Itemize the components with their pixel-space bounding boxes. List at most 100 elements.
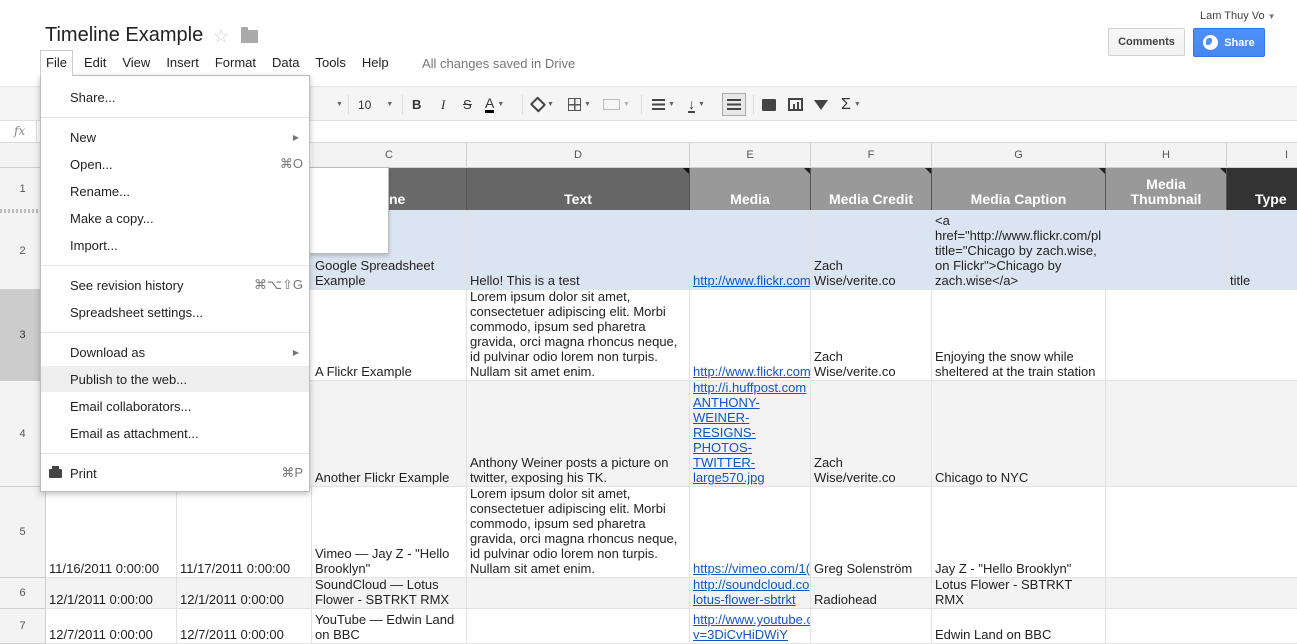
menu-data[interactable]: Data	[264, 51, 307, 75]
cell-e3[interactable]: http://www.flickr.com	[690, 290, 811, 380]
file-menu-download-as[interactable]: Download as ▶	[41, 339, 309, 365]
cell-e7[interactable]: http://www.youtube.c v=3DiCvHiDWiY	[690, 609, 811, 643]
folder-icon[interactable]	[241, 27, 258, 43]
file-menu-email-attachment[interactable]: Email as attachment...	[41, 420, 309, 446]
cell-e4[interactable]: http://i.huffpost.com ANTHONY- WEINER- R…	[690, 381, 811, 486]
wrap-text-button[interactable]	[722, 93, 746, 116]
cell-g4[interactable]: Chicago to NYC	[932, 381, 1106, 486]
functions-button[interactable]: Σ ▼	[841, 87, 861, 122]
column-header-f[interactable]: F	[811, 143, 932, 168]
header-cell-media-credit[interactable]: Media Credit	[811, 168, 932, 210]
cell-a6[interactable]: 12/1/2011 0:00:00	[46, 578, 177, 608]
cell-b6[interactable]: 12/1/2011 0:00:00	[177, 578, 312, 608]
cell-d4[interactable]: Anthony Weiner posts a picture on twitte…	[467, 381, 690, 486]
row-header-5[interactable]: 5	[0, 487, 46, 578]
header-cell-media[interactable]: Media	[690, 168, 811, 210]
document-title[interactable]: Timeline Example	[45, 24, 203, 47]
file-menu-revision-history[interactable]: See revision history ⌘⌥⇧G	[41, 272, 309, 298]
file-menu-spreadsheet-settings[interactable]: Spreadsheet settings...	[41, 299, 309, 325]
filter-button[interactable]	[814, 87, 828, 122]
cell-f3[interactable]: Zach Wise/verite.co	[811, 290, 932, 380]
menu-format[interactable]: Format	[207, 51, 264, 75]
file-menu-make-copy[interactable]: Make a copy...	[41, 205, 309, 231]
cell-f5[interactable]: Greg Solenström	[811, 487, 932, 577]
cell-d2[interactable]: Hello! This is a test	[467, 210, 690, 289]
font-dropdown-arrow[interactable]: ▼	[333, 87, 343, 122]
share-button[interactable]: Share	[1193, 28, 1265, 57]
row-header-6[interactable]: 6	[0, 578, 46, 609]
cell-f2[interactable]: Zach Wise/verite.co	[811, 210, 932, 289]
cell-e5[interactable]: https://vimeo.com/1(	[690, 487, 811, 577]
cell-f7[interactable]	[811, 609, 932, 643]
row-header-7[interactable]: 7	[0, 609, 46, 644]
file-menu-publish-to-web[interactable]: Publish to the web...	[41, 366, 309, 392]
cell-b5[interactable]: 11/17/2011 0:00:00	[177, 487, 312, 577]
menu-insert[interactable]: Insert	[158, 51, 207, 75]
menu-item-label: Spreadsheet settings...	[70, 304, 203, 320]
cell-i2[interactable]: title	[1227, 210, 1297, 289]
bold-button[interactable]: B	[412, 87, 421, 122]
cell-c3[interactable]: A Flickr Example	[312, 290, 467, 380]
italic-button[interactable]: I	[441, 87, 445, 122]
cell-d7[interactable]	[467, 609, 690, 643]
file-menu-share[interactable]: Share...	[41, 84, 309, 110]
insert-chart-button[interactable]	[788, 87, 803, 122]
cell-g3[interactable]: Enjoying the snow while sheltered at the…	[932, 290, 1106, 380]
cell-e2[interactable]: http://www.flickr.com	[690, 210, 811, 289]
star-icon[interactable]: ☆	[213, 26, 229, 47]
cell-g5[interactable]: Jay Z - "Hello Brooklyn"	[932, 487, 1106, 577]
text-color-button[interactable]: A ▼	[485, 87, 504, 122]
header-cell-type[interactable]: Type	[1227, 168, 1297, 210]
header-cell-media-thumbnail[interactable]: Media Thumbnail	[1106, 168, 1227, 210]
cell-d6[interactable]	[467, 578, 690, 608]
file-menu-rename[interactable]: Rename...	[41, 178, 309, 204]
fill-color-button[interactable]: ▼	[529, 87, 554, 122]
vertical-align-button[interactable]: ↓ ▼	[688, 87, 705, 122]
cell-a5[interactable]: 11/16/2011 0:00:00	[46, 487, 177, 577]
user-account[interactable]: Lam Thuy Vo ▼	[1200, 10, 1276, 22]
column-header-c[interactable]: C	[312, 143, 467, 168]
merge-cells-button[interactable]: ▼	[603, 87, 630, 122]
file-menu-new[interactable]: New ▶	[41, 124, 309, 150]
comment-button[interactable]	[762, 87, 776, 122]
cell-c5[interactable]: Vimeo — Jay Z - "Hello Brooklyn"	[312, 487, 467, 577]
file-menu-import[interactable]: Import...	[41, 232, 309, 258]
cell-g7[interactable]: Edwin Land on BBC	[932, 609, 1106, 643]
cell-h2[interactable]	[1106, 210, 1227, 289]
cell-c4[interactable]: Another Flickr Example	[312, 381, 467, 486]
menu-help[interactable]: Help	[354, 51, 397, 75]
cell-e6[interactable]: http://soundcloud.co lotus-flower-sbtrkt	[690, 578, 811, 608]
menu-edit[interactable]: Edit	[76, 51, 114, 75]
file-menu-email-collaborators[interactable]: Email collaborators...	[41, 393, 309, 419]
header-cell-text[interactable]: Text	[467, 168, 690, 210]
cell-f4[interactable]: Zach Wise/verite.co	[811, 381, 932, 486]
cell-b7[interactable]: 12/7/2011 0:00:00	[177, 609, 312, 643]
cell-a7[interactable]: 12/7/2011 0:00:00	[46, 609, 177, 643]
comments-button[interactable]: Comments	[1108, 28, 1185, 56]
horizontal-align-button[interactable]: ▼	[652, 87, 675, 122]
column-header-i[interactable]: I	[1227, 143, 1297, 168]
file-menu-print[interactable]: Print ⌘P	[41, 460, 309, 486]
column-header-d[interactable]: D	[467, 143, 690, 168]
header-cell-media-caption[interactable]: Media Caption	[932, 168, 1106, 210]
column-header-h[interactable]: H	[1106, 143, 1227, 168]
font-size-select[interactable]: 10 ▼	[358, 87, 393, 122]
cell-d5[interactable]: Lorem ipsum dolor sit amet, consectetuer…	[467, 487, 690, 577]
menu-item-label: Rename...	[70, 183, 130, 199]
cell-g6[interactable]: Lotus Flower - SBTRKT RMX	[932, 578, 1106, 608]
column-header-g[interactable]: G	[932, 143, 1106, 168]
strikethrough-button[interactable]: S	[463, 87, 472, 122]
cell-c7[interactable]: YouTube — Edwin Land on BBC	[312, 609, 467, 643]
cell-f6[interactable]: Radiohead	[811, 578, 932, 608]
borders-icon	[568, 98, 581, 111]
menu-file[interactable]: File	[40, 50, 73, 76]
cell-d3[interactable]: Lorem ipsum dolor sit amet, consectetuer…	[467, 290, 690, 380]
cell-g2[interactable]: <a href="http://www.flickr.com/pl title=…	[932, 210, 1106, 289]
menu-view[interactable]: View	[114, 51, 158, 75]
menu-tools[interactable]: Tools	[307, 51, 353, 75]
file-menu-open[interactable]: Open... ⌘O	[41, 151, 309, 177]
borders-button[interactable]: ▼	[568, 87, 591, 122]
column-header-e[interactable]: E	[690, 143, 811, 168]
cell-c6[interactable]: SoundCloud — Lotus Flower - SBTRKT RMX	[312, 578, 467, 608]
comment-icon	[762, 98, 776, 111]
